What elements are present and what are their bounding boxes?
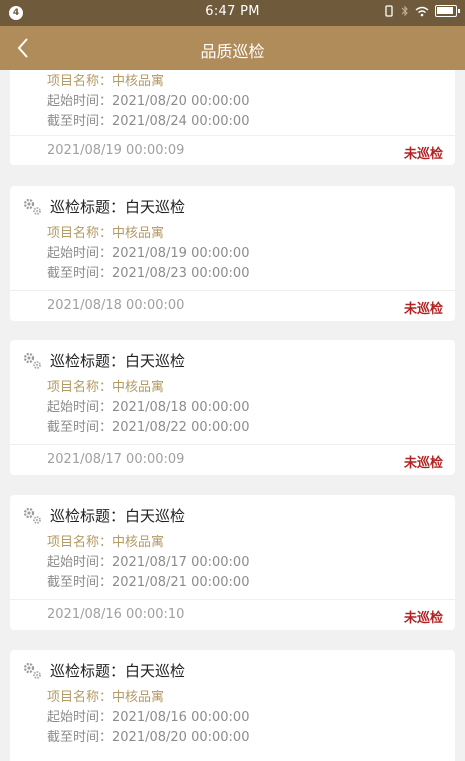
card-title: 巡检标题： 白天巡检 [22,350,185,371]
status-badge: 未巡检 [403,147,443,162]
card-title: 巡检标题： 白天巡检 [22,196,185,217]
end-time-row: 截至时间：2021/08/24 00:00:00 [47,114,250,129]
card-info: 项目名称：中核品寓 起始时间：2021/08/18 00:00:00 截至时间：… [47,378,249,438]
card-info: 项目名称：中核品寓 起始时间：2021/08/17 00:00:00 截至时间：… [47,533,249,593]
gears-icon [23,662,41,679]
card-info: 项目名称：中核品寓 起始时间：2021/08/20 00:00:00 截至时间：… [47,72,249,132]
project-row: 项目名称：中核品寓 [47,226,165,241]
vibrate-icon [385,5,393,17]
inspection-card[interactable]: 巡检标题： 白天巡检 项目名称：中核品寓 起始时间：2021/08/18 00:0… [10,340,455,475]
page-title: 品质巡检 [200,42,265,61]
end-time-row: 截至时间：2021/08/22 00:00:00 [47,420,250,435]
inspection-card[interactable]: 巡检标题： 白天巡检 项目名称：中核品寓 起始时间：2021/08/17 00:0… [10,495,455,630]
gears-icon [23,198,41,215]
wifi-icon [415,6,429,16]
start-time-row: 起始时间：2021/08/20 00:00:00 [47,94,250,109]
end-time-row: 截至时间：2021/08/23 00:00:00 [47,266,250,281]
project-row: 项目名称：中核品寓 [47,74,165,89]
project-row: 项目名称：中核品寓 [47,380,165,395]
bluetooth-icon [401,5,408,17]
status-bar: 4 6:47 PM [0,0,465,26]
inspection-card[interactable]: 巡检标题： 白天巡检 项目名称：中核品寓 起始时间：2021/08/16 00:0… [10,650,455,761]
inspection-card[interactable]: 巡检标题： 白天巡检 项目名称：中核品寓 起始时间：2021/08/19 00:0… [10,186,455,321]
card-title: 巡检标题： 白天巡检 [22,660,185,681]
created-date: 2021/08/18 00:00:00 [47,298,185,313]
inspection-card[interactable]: 项目名称：中核品寓 起始时间：2021/08/20 00:00:00 截至时间：… [10,70,455,165]
gears-icon [23,352,41,369]
start-time-row: 起始时间：2021/08/18 00:00:00 [47,400,250,415]
card-divider [10,599,455,600]
start-time-row: 起始时间：2021/08/19 00:00:00 [47,246,250,261]
card-divider [10,135,455,136]
status-icons [383,5,460,17]
created-date: 2021/08/16 00:00:10 [47,607,185,622]
start-time-row: 起始时间：2021/08/16 00:00:00 [47,710,250,725]
status-badge: 未巡检 [403,611,443,626]
created-date: 2021/08/19 00:00:09 [47,143,185,158]
card-info: 项目名称：中核品寓 起始时间：2021/08/16 00:00:00 截至时间：… [47,688,249,748]
status-badge: 未巡检 [403,302,443,317]
battery-icon [435,5,460,17]
end-time-row: 截至时间：2021/08/21 00:00:00 [47,575,250,590]
project-row: 项目名称：中核品寓 [47,535,165,550]
nav-bar: 品质巡检 [0,26,465,70]
gears-icon [23,507,41,524]
end-time-row: 截至时间：2021/08/20 00:00:00 [47,730,250,745]
inspection-list[interactable]: 项目名称：中核品寓 起始时间：2021/08/20 00:00:00 截至时间：… [0,70,465,761]
card-divider [10,444,455,445]
status-badge: 未巡检 [403,456,443,471]
card-info: 项目名称：中核品寓 起始时间：2021/08/19 00:00:00 截至时间：… [47,224,249,284]
project-row: 项目名称：中核品寓 [47,690,165,705]
card-divider [10,290,455,291]
card-title: 巡检标题： 白天巡检 [22,505,185,526]
created-date: 2021/08/17 00:00:09 [47,452,185,467]
start-time-row: 起始时间：2021/08/17 00:00:00 [47,555,250,570]
